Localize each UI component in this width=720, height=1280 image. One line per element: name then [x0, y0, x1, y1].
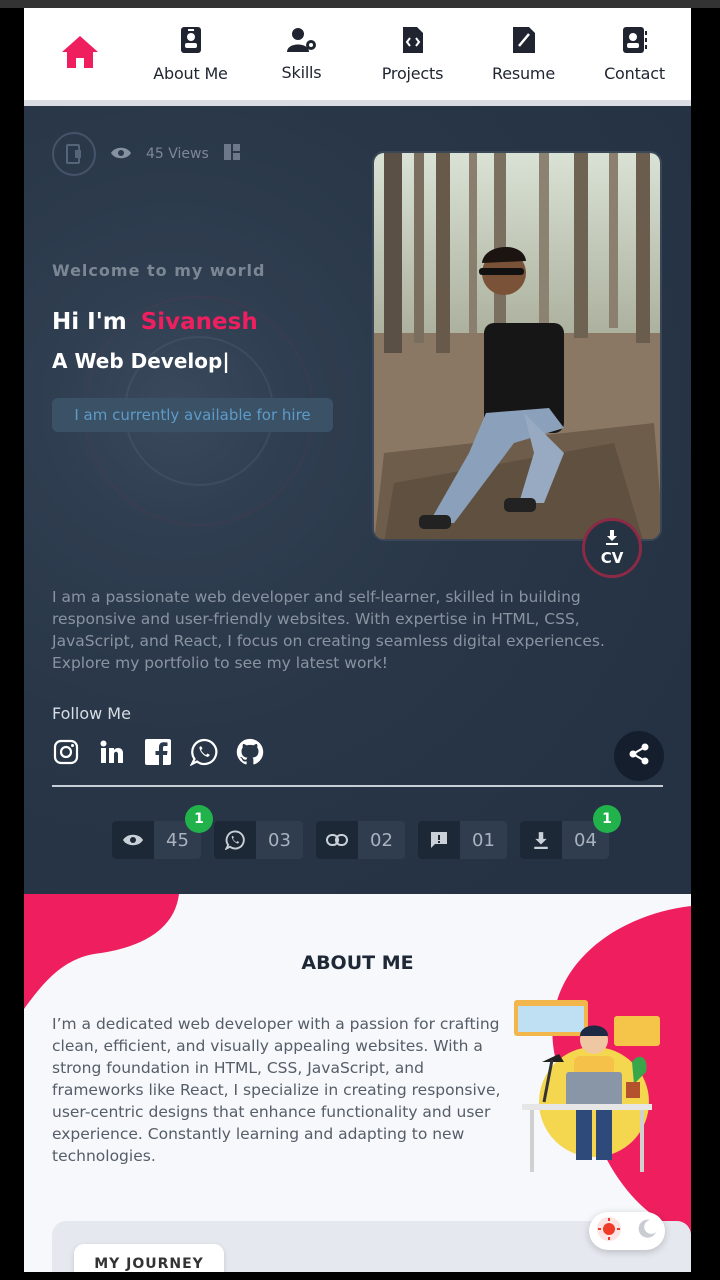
sun-icon[interactable] — [596, 1216, 622, 1246]
eye-icon — [110, 145, 132, 164]
about-section: ABOUT ME I’m a dedicated web developer w… — [24, 894, 691, 1272]
hero-bio: I am a passionate web developer and self… — [52, 588, 605, 672]
owner-name: Sivanesh — [140, 309, 258, 335]
counter-value: 02 — [370, 829, 393, 851]
counter-comments[interactable]: 01 — [418, 821, 507, 859]
follow-label: Follow Me — [52, 704, 131, 723]
contact-card-icon — [622, 26, 648, 58]
nav-skills[interactable]: Skills — [246, 8, 357, 100]
welcome-text: Welcome to my world — [52, 261, 266, 280]
nav-projects[interactable]: Projects — [357, 8, 468, 100]
comment-icon — [418, 821, 460, 859]
developer-illustration — [514, 1000, 660, 1172]
theme-toggle[interactable] — [589, 1212, 665, 1250]
nav-label: Skills — [281, 62, 322, 82]
app-frame: About Me Skills Projects Resume Contact — [24, 8, 691, 1272]
social-links — [52, 738, 264, 766]
cv-label: CV — [600, 549, 624, 567]
nav-label: About Me — [153, 63, 228, 83]
notification-badge: 1 — [593, 805, 621, 833]
typing-role: A Web Develop| — [52, 349, 230, 373]
download-icon — [520, 821, 562, 859]
counter-value: 01 — [472, 829, 495, 851]
code-file-icon — [402, 26, 424, 58]
profile-photo — [372, 151, 662, 541]
eye-icon — [112, 821, 154, 859]
moon-icon[interactable] — [636, 1218, 658, 1244]
counter-value: 45 — [166, 829, 189, 851]
download-icon — [605, 529, 619, 549]
nav-label: Resume — [492, 63, 555, 83]
resume-file-icon — [512, 26, 536, 58]
counter-whatsapp[interactable]: 03 — [214, 821, 303, 859]
journey-tab[interactable]: MY JOURNEY — [74, 1244, 224, 1272]
nav-about-me[interactable]: About Me — [135, 8, 246, 100]
hero-section: 45 Views Welcome to my world Hi I'm Sivan… — [24, 106, 691, 894]
id-badge-icon — [180, 26, 202, 58]
grid-icon[interactable] — [223, 143, 241, 165]
nav-label: Contact — [604, 63, 665, 83]
app-icon-button[interactable] — [52, 132, 96, 176]
top-nav: About Me Skills Projects Resume Contact — [24, 8, 691, 106]
user-gear-icon — [286, 27, 317, 57]
counter-downloads[interactable]: 04 1 — [520, 805, 621, 859]
about-title: ABOUT ME — [301, 952, 414, 974]
view-stats: 45 Views — [52, 132, 241, 176]
whatsapp-icon[interactable] — [190, 738, 218, 766]
social-divider — [52, 785, 663, 787]
notification-badge: 1 — [185, 805, 213, 833]
counter-views[interactable]: 45 1 — [112, 805, 213, 859]
share-button[interactable] — [614, 731, 664, 781]
greeting-heading: Hi I'm Sivanesh — [52, 309, 258, 335]
share-icon — [627, 742, 651, 770]
views-count: 45 Views — [146, 146, 209, 162]
counter-value: 03 — [268, 829, 291, 851]
nav-label: Projects — [381, 63, 444, 83]
home-icon — [60, 34, 100, 74]
availability-badge: I am currently available for hire — [52, 398, 333, 432]
facebook-icon[interactable] — [144, 738, 172, 766]
counter-value: 04 — [574, 829, 597, 851]
nav-home[interactable] — [24, 8, 135, 106]
greeting: Hi I'm — [52, 309, 127, 335]
github-icon[interactable] — [236, 738, 264, 766]
top-strip — [0, 0, 720, 8]
nav-resume[interactable]: Resume — [468, 8, 579, 100]
linkedin-icon[interactable] — [98, 738, 126, 766]
nav-contact[interactable]: Contact — [579, 8, 690, 100]
whatsapp-icon — [214, 821, 256, 859]
instagram-icon[interactable] — [52, 738, 80, 766]
link-icon — [316, 821, 358, 859]
counter-links[interactable]: 02 — [316, 821, 405, 859]
about-text: I’m a dedicated web developer with a pas… — [52, 1015, 501, 1165]
download-cv-button[interactable]: CV — [582, 518, 642, 578]
engagement-counters: 45 1 03 02 01 04 1 — [112, 805, 621, 859]
